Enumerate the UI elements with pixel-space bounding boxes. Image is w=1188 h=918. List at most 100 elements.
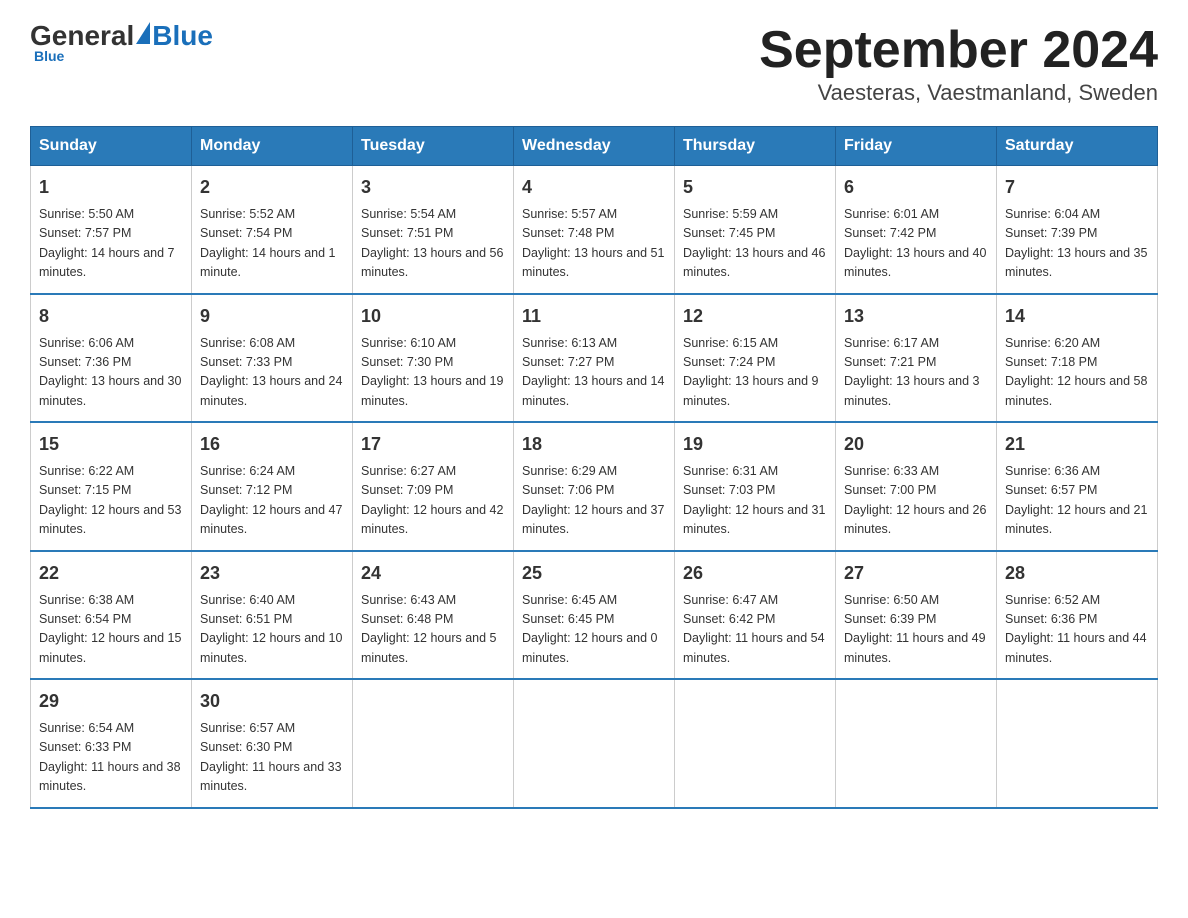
day-info: Sunrise: 6:31 AMSunset: 7:03 PMDaylight:… [683, 462, 827, 540]
day-info: Sunrise: 6:24 AMSunset: 7:12 PMDaylight:… [200, 462, 344, 540]
day-number: 11 [522, 303, 666, 330]
day-number: 28 [1005, 560, 1149, 587]
calendar-cell: 12Sunrise: 6:15 AMSunset: 7:24 PMDayligh… [675, 294, 836, 423]
day-info: Sunrise: 6:43 AMSunset: 6:48 PMDaylight:… [361, 591, 505, 669]
calendar-cell: 1 Sunrise: 5:50 AMSunset: 7:57 PMDaylight… [31, 166, 192, 294]
calendar-cell: 3 Sunrise: 5:54 AMSunset: 7:51 PMDaylight… [353, 166, 514, 294]
calendar-cell: 29 Sunrise: 6:54 AMSunset: 6:33 PMDayligh… [31, 679, 192, 808]
logo: General Blue Blue [30, 20, 213, 64]
header-tuesday: Tuesday [353, 127, 514, 166]
calendar-cell: 11 Sunrise: 6:13 AMSunset: 7:27 PMDayligh… [514, 294, 675, 423]
day-number: 24 [361, 560, 505, 587]
title-block: September 2024 Vaesteras, Vaestmanland, … [759, 20, 1158, 106]
calendar-cell: 17 Sunrise: 6:27 AMSunset: 7:09 PMDayligh… [353, 422, 514, 551]
calendar-cell: 22Sunrise: 6:38 AMSunset: 6:54 PMDayligh… [31, 551, 192, 680]
day-number: 8 [39, 303, 183, 330]
week-row-5: 29 Sunrise: 6:54 AMSunset: 6:33 PMDayligh… [31, 679, 1158, 808]
day-number: 6 [844, 174, 988, 201]
logo-blue-text: Blue [152, 20, 213, 52]
week-row-1: 1 Sunrise: 5:50 AMSunset: 7:57 PMDaylight… [31, 166, 1158, 294]
day-info: Sunrise: 6:27 AMSunset: 7:09 PMDaylight:… [361, 462, 505, 540]
calendar-cell: 16 Sunrise: 6:24 AMSunset: 7:12 PMDayligh… [192, 422, 353, 551]
page-header: General Blue Blue September 2024 Vaester… [30, 20, 1158, 106]
day-info: Sunrise: 6:29 AMSunset: 7:06 PMDaylight:… [522, 462, 666, 540]
calendar-cell: 27 Sunrise: 6:50 AMSunset: 6:39 PMDayligh… [836, 551, 997, 680]
calendar-cell: 21 Sunrise: 6:36 AMSunset: 6:57 PMDayligh… [997, 422, 1158, 551]
day-info: Sunrise: 6:06 AMSunset: 7:36 PMDaylight:… [39, 334, 183, 412]
day-number: 29 [39, 688, 183, 715]
calendar-cell: 25 Sunrise: 6:45 AMSunset: 6:45 PMDayligh… [514, 551, 675, 680]
week-row-3: 15 Sunrise: 6:22 AMSunset: 7:15 PMDayligh… [31, 422, 1158, 551]
day-number: 13 [844, 303, 988, 330]
day-number: 25 [522, 560, 666, 587]
calendar-cell [675, 679, 836, 808]
calendar-cell [997, 679, 1158, 808]
day-info: Sunrise: 5:52 AMSunset: 7:54 PMDaylight:… [200, 205, 344, 283]
calendar-cell: 19 Sunrise: 6:31 AMSunset: 7:03 PMDayligh… [675, 422, 836, 551]
header-thursday: Thursday [675, 127, 836, 166]
day-number: 22 [39, 560, 183, 587]
calendar-table: SundayMondayTuesdayWednesdayThursdayFrid… [30, 126, 1158, 809]
header-wednesday: Wednesday [514, 127, 675, 166]
day-info: Sunrise: 5:50 AMSunset: 7:57 PMDaylight:… [39, 205, 183, 283]
day-info: Sunrise: 6:13 AMSunset: 7:27 PMDaylight:… [522, 334, 666, 412]
day-info: Sunrise: 6:08 AMSunset: 7:33 PMDaylight:… [200, 334, 344, 412]
day-number: 2 [200, 174, 344, 201]
day-info: Sunrise: 6:54 AMSunset: 6:33 PMDaylight:… [39, 719, 183, 797]
calendar-cell: 24 Sunrise: 6:43 AMSunset: 6:48 PMDayligh… [353, 551, 514, 680]
header-sunday: Sunday [31, 127, 192, 166]
day-number: 23 [200, 560, 344, 587]
calendar-cell: 14Sunrise: 6:20 AMSunset: 7:18 PMDayligh… [997, 294, 1158, 423]
day-number: 21 [1005, 431, 1149, 458]
day-number: 10 [361, 303, 505, 330]
calendar-cell [836, 679, 997, 808]
day-number: 20 [844, 431, 988, 458]
calendar-cell: 10 Sunrise: 6:10 AMSunset: 7:30 PMDayligh… [353, 294, 514, 423]
day-number: 17 [361, 431, 505, 458]
day-number: 26 [683, 560, 827, 587]
day-number: 15 [39, 431, 183, 458]
day-info: Sunrise: 6:22 AMSunset: 7:15 PMDaylight:… [39, 462, 183, 540]
day-number: 27 [844, 560, 988, 587]
calendar-cell: 30Sunrise: 6:57 AMSunset: 6:30 PMDayligh… [192, 679, 353, 808]
day-info: Sunrise: 6:57 AMSunset: 6:30 PMDaylight:… [200, 719, 344, 797]
logo-underline: Blue [34, 48, 64, 64]
day-info: Sunrise: 6:15 AMSunset: 7:24 PMDaylight:… [683, 334, 827, 412]
calendar-cell: 26Sunrise: 6:47 AMSunset: 6:42 PMDayligh… [675, 551, 836, 680]
day-info: Sunrise: 6:01 AMSunset: 7:42 PMDaylight:… [844, 205, 988, 283]
day-number: 1 [39, 174, 183, 201]
calendar-cell: 8 Sunrise: 6:06 AMSunset: 7:36 PMDaylight… [31, 294, 192, 423]
calendar-cell: 6 Sunrise: 6:01 AMSunset: 7:42 PMDaylight… [836, 166, 997, 294]
page-subtitle: Vaesteras, Vaestmanland, Sweden [759, 80, 1158, 106]
day-info: Sunrise: 6:36 AMSunset: 6:57 PMDaylight:… [1005, 462, 1149, 540]
day-number: 14 [1005, 303, 1149, 330]
calendar-cell: 28Sunrise: 6:52 AMSunset: 6:36 PMDayligh… [997, 551, 1158, 680]
day-number: 16 [200, 431, 344, 458]
calendar-cell [353, 679, 514, 808]
day-number: 5 [683, 174, 827, 201]
week-row-4: 22Sunrise: 6:38 AMSunset: 6:54 PMDayligh… [31, 551, 1158, 680]
days-header-row: SundayMondayTuesdayWednesdayThursdayFrid… [31, 127, 1158, 166]
day-info: Sunrise: 6:10 AMSunset: 7:30 PMDaylight:… [361, 334, 505, 412]
calendar-cell: 2 Sunrise: 5:52 AMSunset: 7:54 PMDaylight… [192, 166, 353, 294]
calendar-cell: 15 Sunrise: 6:22 AMSunset: 7:15 PMDayligh… [31, 422, 192, 551]
day-info: Sunrise: 6:45 AMSunset: 6:45 PMDaylight:… [522, 591, 666, 669]
header-saturday: Saturday [997, 127, 1158, 166]
day-number: 3 [361, 174, 505, 201]
day-info: Sunrise: 6:04 AMSunset: 7:39 PMDaylight:… [1005, 205, 1149, 283]
day-info: Sunrise: 5:57 AMSunset: 7:48 PMDaylight:… [522, 205, 666, 283]
day-number: 19 [683, 431, 827, 458]
day-number: 9 [200, 303, 344, 330]
calendar-cell: 5 Sunrise: 5:59 AMSunset: 7:45 PMDaylight… [675, 166, 836, 294]
calendar-cell: 20 Sunrise: 6:33 AMSunset: 7:00 PMDayligh… [836, 422, 997, 551]
calendar-cell: 13Sunrise: 6:17 AMSunset: 7:21 PMDayligh… [836, 294, 997, 423]
calendar-cell: 18 Sunrise: 6:29 AMSunset: 7:06 PMDayligh… [514, 422, 675, 551]
day-number: 18 [522, 431, 666, 458]
header-monday: Monday [192, 127, 353, 166]
day-info: Sunrise: 6:33 AMSunset: 7:00 PMDaylight:… [844, 462, 988, 540]
calendar-cell: 23Sunrise: 6:40 AMSunset: 6:51 PMDayligh… [192, 551, 353, 680]
day-number: 7 [1005, 174, 1149, 201]
day-info: Sunrise: 5:59 AMSunset: 7:45 PMDaylight:… [683, 205, 827, 283]
day-info: Sunrise: 6:50 AMSunset: 6:39 PMDaylight:… [844, 591, 988, 669]
day-info: Sunrise: 5:54 AMSunset: 7:51 PMDaylight:… [361, 205, 505, 283]
